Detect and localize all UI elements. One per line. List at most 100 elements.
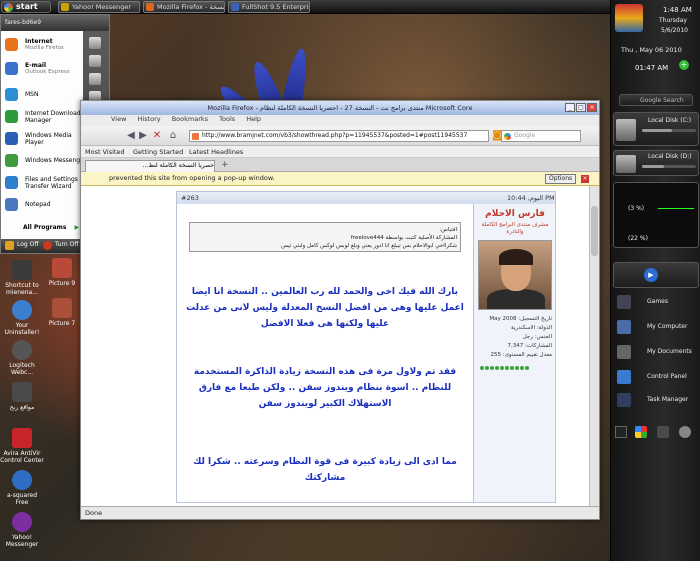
home-icon[interactable]: ⌂ — [167, 130, 179, 142]
tray-icon-group — [615, 4, 643, 32]
scrollbar[interactable] — [589, 186, 599, 506]
close-icon[interactable]: × — [587, 103, 597, 112]
post-paragraph: فقد تم ولاول مرة فى هذه النسخة زيادة الذ… — [193, 367, 457, 409]
desktop-icon-a-squared[interactable]: a-squared Free — [0, 470, 44, 506]
log-off-icon — [5, 241, 14, 250]
tray-clock: 1:48 AM Thursday 5/6/2010 — [611, 0, 700, 42]
taskbar-item-fullshot[interactable]: FullShot 9.5 Enterprise — [228, 1, 310, 13]
all-programs-button[interactable]: All Programs ▶ — [1, 221, 83, 235]
tray-time[interactable]: 1:48 AM — [663, 6, 692, 14]
media-player-icon — [5, 132, 18, 145]
post-header: #263 اليوم, 10:44 PM — [177, 192, 555, 204]
clock-gadget-time: 01:47 AM — [635, 64, 669, 72]
post-date: اليوم, 10:44 PM — [507, 194, 555, 202]
username[interactable]: فارس الاحلام — [474, 209, 556, 219]
page-content: #263 اليوم, 10:44 PM اقتباس: المشاركة ال… — [81, 186, 599, 506]
messenger-icon — [5, 154, 18, 167]
search-input[interactable]: Google — [501, 130, 581, 142]
post-number[interactable]: #263 — [181, 192, 199, 204]
globe-icon[interactable] — [679, 426, 691, 438]
shortcut-games[interactable]: Games — [615, 292, 699, 312]
desktop-icon-avira[interactable]: Avira AntiVir Control Center — [0, 428, 44, 464]
desktop-icon-picture-9[interactable]: Picture 9 — [40, 258, 84, 287]
user-country: الدولة: الاسكندرية — [511, 325, 552, 331]
play-icon[interactable]: ▶ — [644, 268, 658, 282]
shield-icon[interactable] — [635, 426, 647, 438]
post-paragraph: بارك الله فيك اخى والحمد لله رب العالمين… — [186, 287, 464, 329]
terminal-icon[interactable] — [615, 426, 627, 438]
yahoo-icon — [61, 3, 69, 11]
tray-day: Thursday — [659, 17, 687, 24]
minimize-icon[interactable]: _ — [565, 103, 575, 112]
task-manager-icon — [617, 393, 631, 407]
desktop-icon-folder[interactable]: مواقع ربح — [0, 382, 44, 411]
start-button[interactable]: start — [1, 1, 51, 13]
shortcut-my-documents[interactable]: My Documents — [615, 342, 699, 362]
user-title: مشرف منتدى البرامج الكاملة والنادرة — [481, 222, 549, 235]
gadget-sidebar: 1:48 AM Thursday 5/6/2010 Thu , May 06 2… — [610, 0, 700, 561]
menu-tools[interactable]: Tools — [219, 115, 235, 123]
outlook-icon — [5, 62, 18, 75]
shortcut-task-manager[interactable]: Task Manager — [615, 390, 699, 410]
add-gadget-icon[interactable]: + — [679, 60, 689, 70]
forum-post: #263 اليوم, 10:44 PM اقتباس: المشاركة ال… — [176, 191, 556, 503]
desktop-icon-picture-7[interactable]: Picture 7 — [40, 298, 84, 327]
firefox-icon — [146, 3, 154, 11]
forward-icon[interactable]: ▶ — [137, 130, 149, 142]
disk-d-usage-bar — [642, 165, 696, 168]
start-menu-item-internet[interactable]: Internet Mozilla Firefox — [3, 35, 83, 55]
fullshot-icon — [231, 3, 239, 11]
desktop-icon-yahoo[interactable]: Yahoo! Messenger — [0, 512, 44, 548]
start-menu-item-notepad[interactable]: Notepad — [3, 195, 83, 215]
window-controls: _ □ × — [564, 103, 597, 112]
start-menu-item-email[interactable]: E-mail Outlook Express — [3, 59, 83, 79]
menu-history[interactable]: History — [138, 115, 161, 123]
google-search-gadget[interactable]: Google Search — [619, 94, 693, 106]
folder-icon[interactable] — [89, 37, 101, 49]
control-panel-icon — [617, 370, 631, 384]
drive-icon — [616, 119, 636, 141]
pictures-icon[interactable] — [89, 73, 101, 85]
transfer-wizard-icon — [5, 176, 18, 189]
scroll-thumb[interactable] — [591, 206, 598, 256]
menu-bookmarks[interactable]: Bookmarks — [172, 115, 208, 123]
taskbar-item-yahoo[interactable]: Yahoo! Messenger — [58, 1, 140, 13]
start-menu-item-msn[interactable]: MSN — [3, 85, 83, 105]
options-button[interactable]: Options — [545, 174, 577, 184]
join-date: تاريخ التسجيل: May 2008 — [489, 316, 552, 322]
documents-icon[interactable] — [89, 55, 101, 67]
documents-icon — [617, 345, 631, 359]
log-off-button[interactable]: Log Off — [5, 241, 38, 250]
shortcut-icon — [12, 260, 32, 280]
tab-active[interactable]: حصريا النسخة الكاملة لنظ... — [85, 160, 215, 172]
shortcut-control-panel[interactable]: Control Panel — [615, 367, 699, 387]
games-icon — [617, 295, 631, 309]
quote-author: المشاركة الأصلية كتبت بواسطة freelove444 — [350, 235, 457, 241]
user-posts: المشاركات: 7,347 — [507, 343, 552, 349]
drive-icon — [616, 155, 636, 173]
desktop-icon-logitech[interactable]: Logitech Webc... — [0, 340, 44, 376]
menu-view[interactable]: View — [111, 115, 126, 123]
bookmark-most-visited[interactable]: Most Visited — [85, 148, 125, 156]
start-menu-item-messenger[interactable]: Windows Messenger — [3, 151, 86, 171]
taskbar-item-firefox[interactable]: Mozilla Firefox - نسخة — [143, 1, 225, 13]
bookmark-latest-headlines[interactable]: Latest Headlines — [189, 148, 243, 156]
desktop-icon-uninstaller[interactable]: Your Uninstaller! — [0, 300, 44, 336]
start-menu-item-idm[interactable]: Internet Download Manager — [3, 107, 83, 127]
new-tab-button[interactable]: + — [221, 160, 229, 170]
start-menu-item-media-player[interactable]: Windows Media Player — [3, 129, 83, 149]
network-icon[interactable] — [657, 426, 669, 438]
back-icon[interactable]: ◀ — [125, 130, 137, 142]
shortcut-my-computer[interactable]: My Computer — [615, 317, 699, 337]
start-menu-item-transfer-wizard[interactable]: Files and Settings Transfer Wizard — [3, 173, 83, 193]
stop-icon[interactable]: ✕ — [151, 130, 163, 142]
bookmark-getting-started[interactable]: Getting Started — [133, 148, 183, 156]
url-bar[interactable]: http://www.bramjnet.com/vb3/showthread.p… — [189, 130, 489, 142]
close-infobar-icon[interactable]: × — [581, 175, 589, 183]
navigation-toolbar: ◀ ▶ ✕ ⌂ http://www.bramjnet.com/vb3/show… — [81, 126, 599, 146]
user-info-panel: فارس الاحلام مشرف منتدى البرامج الكاملة … — [473, 204, 555, 502]
menu-help[interactable]: Help — [246, 115, 261, 123]
maximize-icon[interactable]: □ — [576, 103, 586, 112]
windows-logo-icon — [4, 3, 13, 12]
desktop-icon-shortcut[interactable]: Shortcut to mienena... — [0, 260, 44, 296]
